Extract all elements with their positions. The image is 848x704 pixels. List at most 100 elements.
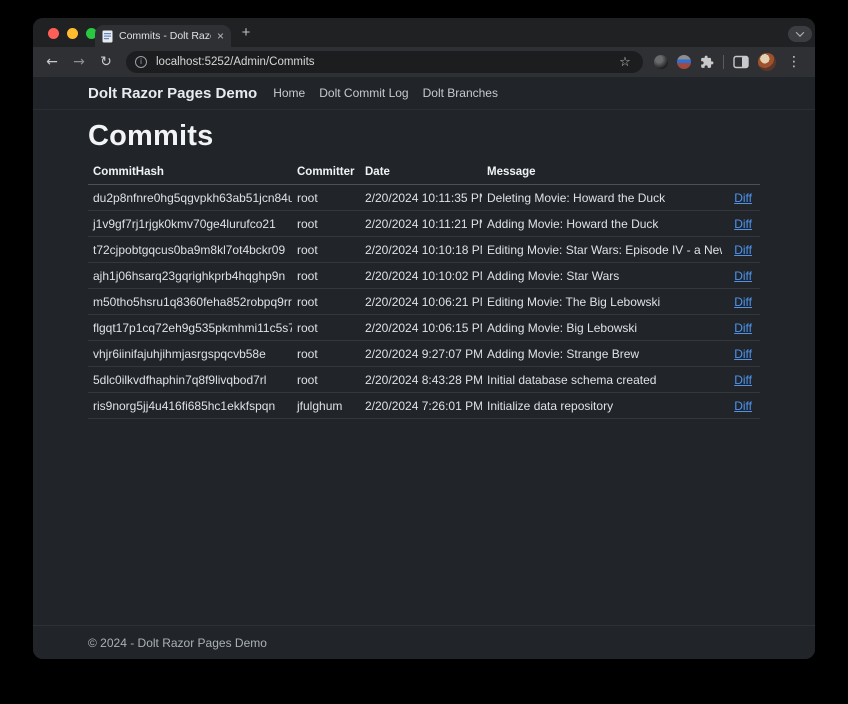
web-page: Dolt Razor Pages Demo Home Dolt Commit L…	[33, 77, 815, 659]
commit-date: 2/20/2024 10:10:02 PM	[360, 263, 482, 289]
diff-link[interactable]: Diff	[734, 399, 752, 413]
commit-date: 2/20/2024 10:11:35 PM	[360, 185, 482, 211]
commit-hash: ajh1j06hsarq23gqrighkprb4hqghp9n	[88, 263, 292, 289]
commit-committer: root	[292, 289, 360, 315]
table-row: t72cjpobtgqcus0ba9m8kl7ot4bckr09 root 2/…	[88, 237, 760, 263]
commit-committer: root	[292, 315, 360, 341]
diff-link[interactable]: Diff	[734, 373, 752, 387]
forward-icon[interactable]: →	[70, 55, 88, 69]
page-favicon-icon	[102, 30, 113, 43]
header-committer: Committer	[292, 162, 360, 185]
main-content: Commits CommitHash Committer Date Messag…	[33, 120, 815, 419]
commit-message: Adding Movie: Big Lebowski	[482, 315, 722, 341]
minimize-window-button[interactable]	[67, 28, 78, 39]
side-panel-icon[interactable]	[733, 55, 749, 69]
commit-message: Adding Movie: Howard the Duck	[482, 211, 722, 237]
new-tab-button[interactable]: +	[236, 23, 256, 43]
table-row: du2p8nfnre0hg5qgvpkh63ab51jcn84u root 2/…	[88, 185, 760, 211]
diff-link[interactable]: Diff	[734, 217, 752, 231]
table-header-row: CommitHash Committer Date Message	[88, 162, 760, 185]
tab-title: Commits - Dolt Razor Pages Demo	[119, 30, 211, 42]
browser-window: Commits - Dolt Razor Pages Demo × + ← → …	[33, 18, 815, 659]
commit-committer: root	[292, 341, 360, 367]
close-tab-icon[interactable]: ×	[217, 30, 224, 42]
commit-date: 2/20/2024 10:10:18 PM	[360, 237, 482, 263]
page-title: Commits	[88, 120, 760, 153]
extensions-puzzle-icon[interactable]	[700, 55, 714, 69]
commit-message: Adding Movie: Strange Brew	[482, 341, 722, 367]
commit-date: 2/20/2024 10:11:21 PM	[360, 211, 482, 237]
header-diff	[722, 162, 760, 185]
reload-icon[interactable]: ↻	[97, 55, 115, 69]
table-row: m50tho5hsru1q8360feha852robpq9rr root 2/…	[88, 289, 760, 315]
header-message: Message	[482, 162, 722, 185]
site-brand[interactable]: Dolt Razor Pages Demo	[88, 85, 257, 102]
commit-hash: flgqt17p1cq72eh9g535pkmhmi11c5s7	[88, 315, 292, 341]
commit-message: Initial database schema created	[482, 367, 722, 393]
commit-committer: root	[292, 263, 360, 289]
nav-link-dolt-branches[interactable]: Dolt Branches	[423, 86, 498, 100]
commit-message: Editing Movie: The Big Lebowski	[482, 289, 722, 315]
profile-avatar[interactable]	[758, 53, 776, 71]
diff-link[interactable]: Diff	[734, 243, 752, 257]
commit-hash: m50tho5hsru1q8360feha852robpq9rr	[88, 289, 292, 315]
traffic-lights[interactable]	[48, 28, 97, 39]
table-row: 5dlc0ilkvdfhaphin7q8f9livqbod7rl root 2/…	[88, 367, 760, 393]
commit-date: 2/20/2024 9:27:07 PM	[360, 341, 482, 367]
site-nav-links: Home Dolt Commit Log Dolt Branches	[273, 86, 498, 100]
commit-hash: t72cjpobtgqcus0ba9m8kl7ot4bckr09	[88, 237, 292, 263]
commit-message: Adding Movie: Star Wars	[482, 263, 722, 289]
table-row: ris9norg5jj4u416fi685hc1ekkfspqn jfulghu…	[88, 393, 760, 419]
table-row: vhjr6iinifajuhjihmjasrgspqcvb58e root 2/…	[88, 341, 760, 367]
chevron-down-icon	[796, 28, 804, 36]
browser-toolbar: ← → ↻ i localhost:5252/Admin/Commits ☆ ⋮	[33, 47, 815, 77]
url-text[interactable]: localhost:5252/Admin/Commits	[156, 56, 315, 68]
header-commithash: CommitHash	[88, 162, 292, 185]
address-bar[interactable]: i localhost:5252/Admin/Commits ☆	[126, 51, 643, 73]
table-row: j1v9gf7rj1rjgk0kmv70ge4lurufco21 root 2/…	[88, 211, 760, 237]
commit-message: Editing Movie: Star Wars: Episode IV - a…	[482, 237, 722, 263]
tab-strip: Commits - Dolt Razor Pages Demo × +	[33, 18, 815, 47]
back-icon[interactable]: ←	[43, 55, 61, 69]
commit-hash: j1v9gf7rj1rjgk0kmv70ge4lurufco21	[88, 211, 292, 237]
diff-link[interactable]: Diff	[734, 347, 752, 361]
close-window-button[interactable]	[48, 28, 59, 39]
nav-link-home[interactable]: Home	[273, 86, 305, 100]
commit-hash: vhjr6iinifajuhjihmjasrgspqcvb58e	[88, 341, 292, 367]
site-footer: © 2024 - Dolt Razor Pages Demo	[33, 625, 815, 659]
commits-table: CommitHash Committer Date Message du2p8n…	[88, 162, 760, 419]
diff-link[interactable]: Diff	[734, 191, 752, 205]
diff-link[interactable]: Diff	[734, 295, 752, 309]
browser-tab[interactable]: Commits - Dolt Razor Pages Demo ×	[95, 25, 231, 47]
commit-date: 2/20/2024 8:43:28 PM	[360, 367, 482, 393]
commit-committer: root	[292, 367, 360, 393]
header-date: Date	[360, 162, 482, 185]
commit-hash: du2p8nfnre0hg5qgvpkh63ab51jcn84u	[88, 185, 292, 211]
extension-icon[interactable]	[677, 55, 691, 69]
extension-icon[interactable]	[654, 55, 668, 69]
table-row: ajh1j06hsarq23gqrighkprb4hqghp9n root 2/…	[88, 263, 760, 289]
site-info-icon[interactable]: i	[135, 56, 147, 68]
browser-menu-icon[interactable]: ⋮	[785, 55, 803, 69]
commit-date: 2/20/2024 10:06:15 PM	[360, 315, 482, 341]
commit-message: Deleting Movie: Howard the Duck	[482, 185, 722, 211]
commit-date: 2/20/2024 7:26:01 PM	[360, 393, 482, 419]
footer-text: © 2024 - Dolt Razor Pages Demo	[88, 636, 267, 650]
commit-message: Initialize data repository	[482, 393, 722, 419]
commit-committer: jfulghum	[292, 393, 360, 419]
commit-committer: root	[292, 237, 360, 263]
diff-link[interactable]: Diff	[734, 321, 752, 335]
tab-search-button[interactable]	[788, 26, 812, 42]
table-row: flgqt17p1cq72eh9g535pkmhmi11c5s7 root 2/…	[88, 315, 760, 341]
commit-hash: ris9norg5jj4u416fi685hc1ekkfspqn	[88, 393, 292, 419]
commit-rows: du2p8nfnre0hg5qgvpkh63ab51jcn84u root 2/…	[88, 185, 760, 419]
nav-link-dolt-commit-log[interactable]: Dolt Commit Log	[319, 86, 408, 100]
toolbar-divider	[723, 55, 724, 69]
commit-committer: root	[292, 211, 360, 237]
commit-date: 2/20/2024 10:06:21 PM	[360, 289, 482, 315]
commit-hash: 5dlc0ilkvdfhaphin7q8f9livqbod7rl	[88, 367, 292, 393]
site-navbar: Dolt Razor Pages Demo Home Dolt Commit L…	[33, 77, 815, 110]
bookmark-star-icon[interactable]: ☆	[616, 56, 634, 69]
commit-committer: root	[292, 185, 360, 211]
diff-link[interactable]: Diff	[734, 269, 752, 283]
